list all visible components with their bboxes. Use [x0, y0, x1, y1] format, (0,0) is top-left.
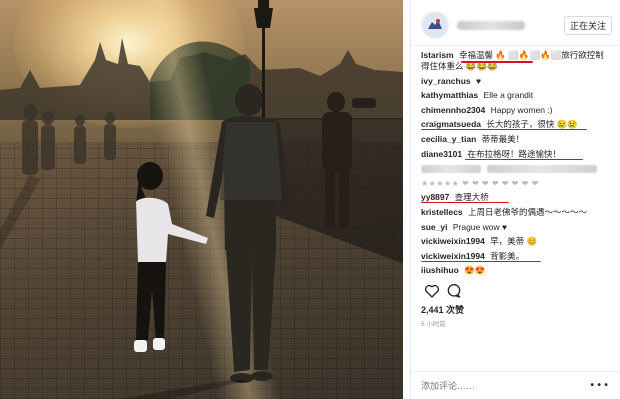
- comment-text: 长大的孩子，很快 😢😢: [486, 119, 578, 130]
- comment-text: 蒂蒂最美！: [481, 133, 525, 144]
- highlight-underline: [421, 260, 541, 262]
- comment-username[interactable]: yy8897: [421, 192, 449, 202]
- comment-username[interactable]: diane3101: [421, 149, 462, 159]
- comment-username[interactable]: craigmatsueda: [421, 119, 481, 129]
- comment-text: 查理大桥: [454, 192, 489, 203]
- comment-button[interactable]: [443, 280, 465, 302]
- comment-text: 在布拉格呀！路途愉快！: [467, 148, 562, 159]
- comment-item: kathymatthias Elle a grandit: [421, 90, 612, 101]
- comment-username[interactable]: vickiweixin1994: [421, 251, 485, 261]
- people-silhouettes: [0, 0, 376, 399]
- comment-username[interactable]: iiushihuo: [421, 265, 459, 275]
- avatar-icon: [423, 13, 447, 37]
- comment-list: lstarism 幸福温馨 🔥 ⬜🔥⬜🔥⬜旅行欲控制 得住体重么 😂😂😂 ivy…: [421, 50, 612, 276]
- heart-icon: [424, 285, 440, 298]
- comment-item-blurred: [421, 163, 612, 174]
- blurred-comment: [487, 164, 598, 173]
- highlight-underline: [421, 129, 587, 131]
- post-photo[interactable]: [0, 0, 403, 399]
- caption: lstarism 幸福温馨 🔥 ⬜🔥⬜🔥⬜旅行欲控制 得住体重么 😂😂😂: [421, 50, 612, 72]
- comment-username[interactable]: cecilia_y_tian: [421, 134, 476, 144]
- comment-text: Happy women :): [490, 104, 553, 115]
- caption-username[interactable]: lstarism: [421, 50, 454, 60]
- highlight-underline: [465, 158, 583, 160]
- highlight-underline: [421, 202, 509, 204]
- add-comment-input[interactable]: [421, 380, 590, 391]
- post-header: 正在关注: [421, 8, 612, 42]
- comment-username[interactable]: ivy_ranchus: [421, 76, 471, 86]
- comment-username[interactable]: kristellecs: [421, 207, 463, 217]
- likes-count[interactable]: 2,441 次赞: [421, 303, 612, 316]
- comment-text: 早，美蒂 😊: [490, 236, 538, 247]
- following-button[interactable]: 正在关注: [563, 15, 612, 35]
- comment-item: iiushihuo 😍😍: [421, 265, 612, 276]
- comment-item: chimennho2304 Happy women :): [421, 105, 612, 116]
- comment-text: Prague wow ♥: [452, 221, 508, 232]
- comment-username[interactable]: chimennho2304: [421, 105, 485, 115]
- comment-item: craigmatsueda 长大的孩子，很快 😢😢: [421, 119, 612, 131]
- comment-text: ♥: [476, 75, 482, 86]
- comment-username[interactable]: kathymatthias: [421, 90, 478, 100]
- comment-item: cecilia_y_tian 蒂蒂最美！: [421, 134, 612, 145]
- avatar[interactable]: [421, 11, 449, 39]
- action-bar: [421, 280, 612, 302]
- comment-item: diane3101 在布拉格呀！路途愉快！: [421, 149, 612, 160]
- comment-text: 背影美。: [490, 250, 525, 261]
- comment-bubble-icon: [447, 284, 461, 298]
- comment-text: 上周日老佛爷的偶遇～～～～～: [467, 206, 587, 217]
- blurred-username: [421, 164, 481, 173]
- header-divider: [411, 45, 620, 46]
- caption-text: 幸福温馨 🔥 ⬜🔥⬜🔥⬜旅行欲控制: [458, 50, 604, 60]
- comment-item: sue_yi Prague wow ♥: [421, 222, 612, 233]
- comment-item: vickiweixin1994 早，美蒂 😊: [421, 236, 612, 247]
- rating-stars: ★★★★★ ❤ ❤ ❤ ❤ ❤ ❤ ❤ ❤: [421, 178, 539, 188]
- comment-item: vickiweixin1994 背影美。: [421, 251, 612, 262]
- comment-item: yy8897 查理大桥: [421, 192, 612, 204]
- comment-item: ivy_ranchus ♥: [421, 76, 612, 87]
- instagram-post: 正在关注 lstarism 幸福温馨 🔥 ⬜🔥⬜🔥⬜旅行欲控制 得住体重么 😂😂…: [0, 0, 620, 399]
- comment-text: 😍😍: [464, 265, 486, 276]
- blurred-username: [457, 20, 525, 30]
- comment-username[interactable]: sue_yi: [421, 222, 447, 232]
- add-comment-bar: •••: [411, 371, 620, 399]
- highlight-underline: [461, 61, 533, 63]
- comment-item-blurred: ★★★★★ ❤ ❤ ❤ ❤ ❤ ❤ ❤ ❤: [421, 178, 612, 189]
- like-button[interactable]: [421, 280, 443, 302]
- post-timestamp: 6 小时前: [421, 321, 446, 329]
- comment-text: Elle a grandit: [483, 90, 534, 101]
- post-side-panel: 正在关注 lstarism 幸福温馨 🔥 ⬜🔥⬜🔥⬜旅行欲控制 得住体重么 😂😂…: [410, 0, 620, 399]
- comment-username[interactable]: vickiweixin1994: [421, 236, 485, 246]
- more-options-icon[interactable]: •••: [589, 380, 610, 391]
- comment-item: kristellecs 上周日老佛爷的偶遇～～～～～: [421, 207, 612, 218]
